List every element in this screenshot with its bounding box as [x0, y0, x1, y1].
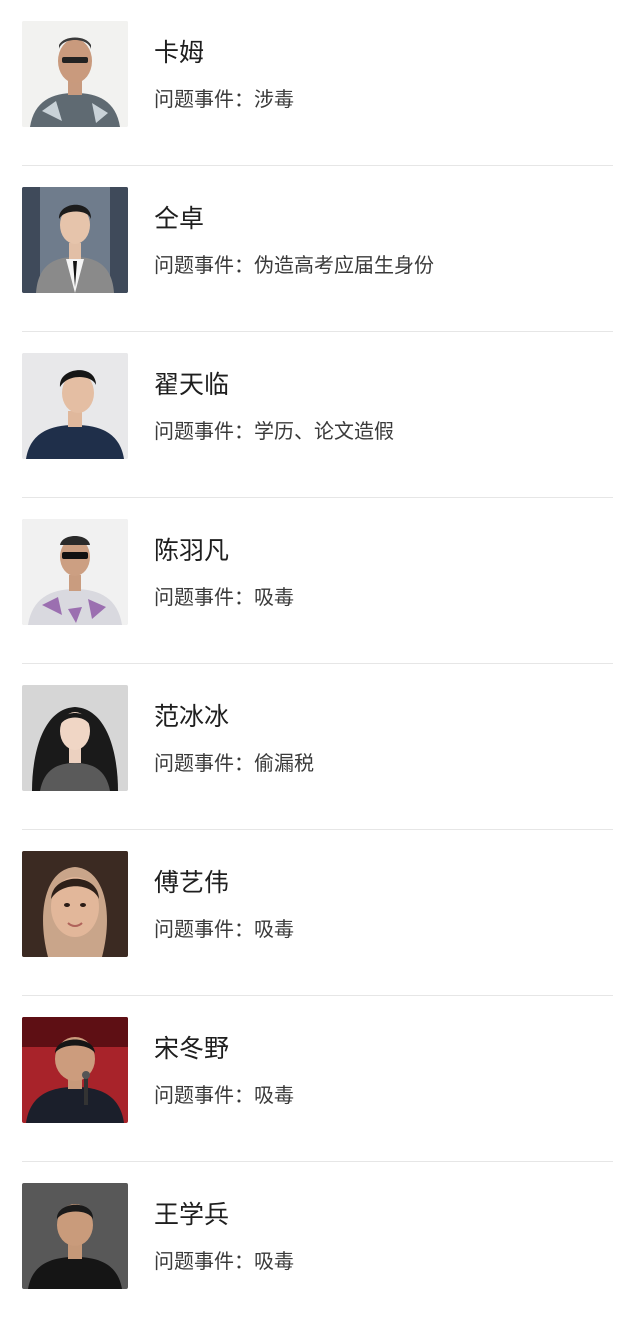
list-item[interactable]: 王学兵 问题事件：吸毒 — [0, 1162, 633, 1328]
person-photo-icon — [22, 21, 128, 127]
person-name: 宋冬野 — [154, 1034, 230, 1063]
issue-line: 问题事件：吸毒 — [154, 914, 294, 944]
person-name: 范冰冰 — [154, 702, 230, 731]
list-item[interactable]: 卡姆 问题事件：涉毒 — [0, 0, 633, 166]
avatar[interactable] — [22, 519, 128, 625]
issue-label: 问题事件： — [154, 253, 254, 277]
issue-value: 学历、论文造假 — [254, 419, 394, 443]
issue-label: 问题事件： — [154, 917, 254, 941]
list-item[interactable]: 傅艺伟 问题事件：吸毒 — [0, 830, 633, 996]
issue-value: 吸毒 — [254, 1249, 294, 1273]
person-photo-icon — [22, 851, 128, 957]
person-photo-icon — [22, 1017, 128, 1123]
issue-line: 问题事件：伪造高考应届生身份 — [154, 250, 434, 280]
avatar[interactable] — [22, 851, 128, 957]
person-photo-icon — [22, 353, 128, 459]
issue-value: 吸毒 — [254, 917, 294, 941]
issue-label: 问题事件： — [154, 751, 254, 775]
avatar[interactable] — [22, 187, 128, 293]
avatar[interactable] — [22, 1017, 128, 1123]
issue-value: 涉毒 — [254, 87, 294, 111]
list-item[interactable]: 翟天临 问题事件：学历、论文造假 — [0, 332, 633, 498]
person-name: 仝卓 — [154, 204, 205, 233]
person-name: 陈羽凡 — [154, 536, 230, 565]
issue-label: 问题事件： — [154, 1249, 254, 1273]
issue-label: 问题事件： — [154, 585, 254, 609]
avatar[interactable] — [22, 353, 128, 459]
person-photo-icon — [22, 1183, 128, 1289]
issue-line: 问题事件：学历、论文造假 — [154, 416, 394, 446]
issue-label: 问题事件： — [154, 1083, 254, 1107]
avatar[interactable] — [22, 1183, 128, 1289]
list-item[interactable]: 范冰冰 问题事件：偷漏税 — [0, 664, 633, 830]
issue-label: 问题事件： — [154, 419, 254, 443]
issue-line: 问题事件：偷漏税 — [154, 748, 314, 778]
celebrity-list: 卡姆 问题事件：涉毒 仝卓 问题事件：伪造高考应届生身份 翟天临 问题事件：学历… — [0, 0, 633, 1289]
issue-value: 伪造高考应届生身份 — [254, 253, 434, 277]
avatar[interactable] — [22, 21, 128, 127]
issue-label: 问题事件： — [154, 87, 254, 111]
issue-line: 问题事件：吸毒 — [154, 1246, 294, 1276]
issue-value: 吸毒 — [254, 585, 294, 609]
person-name: 王学兵 — [154, 1200, 230, 1229]
person-photo-icon — [22, 685, 128, 791]
issue-line: 问题事件：吸毒 — [154, 1080, 294, 1110]
issue-line: 问题事件：涉毒 — [154, 84, 294, 114]
issue-value: 偷漏税 — [254, 751, 314, 775]
person-name: 卡姆 — [154, 38, 205, 67]
list-item[interactable]: 宋冬野 问题事件：吸毒 — [0, 996, 633, 1162]
list-item[interactable]: 陈羽凡 问题事件：吸毒 — [0, 498, 633, 664]
person-name: 傅艺伟 — [154, 868, 230, 897]
list-item[interactable]: 仝卓 问题事件：伪造高考应届生身份 — [0, 166, 633, 332]
person-photo-icon — [22, 519, 128, 625]
avatar[interactable] — [22, 685, 128, 791]
issue-line: 问题事件：吸毒 — [154, 582, 294, 612]
person-name: 翟天临 — [154, 370, 230, 399]
issue-value: 吸毒 — [254, 1083, 294, 1107]
person-photo-icon — [22, 187, 128, 293]
